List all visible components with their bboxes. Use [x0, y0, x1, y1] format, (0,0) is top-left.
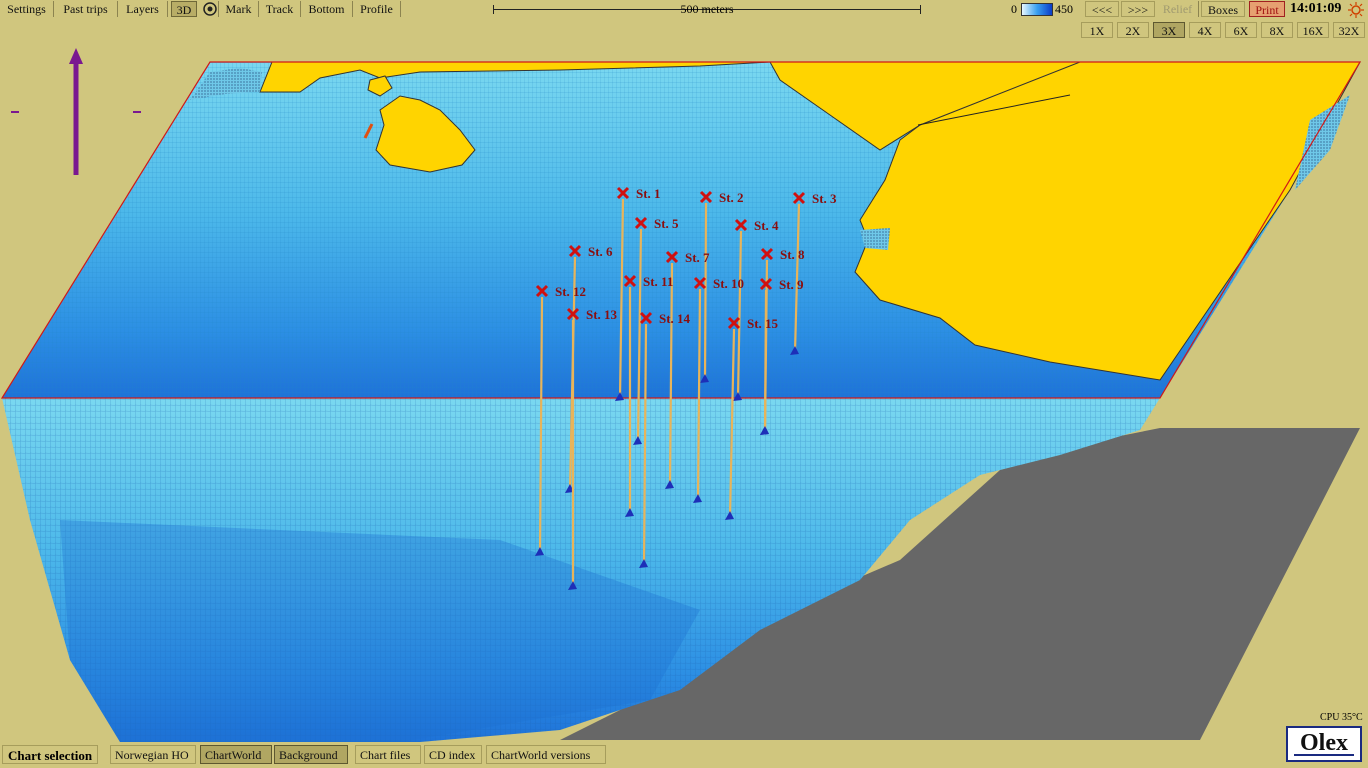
3d-bathymetry-view[interactable]: St. 1 St. 2 St. 3 St. 4 St. 5 St. 6 St. 7 St. 8…	[0, 0, 1368, 768]
station-label: St. 15	[747, 316, 779, 331]
norwegian-ho-button[interactable]: Norwegian HO	[110, 745, 196, 764]
station-depth-line	[703, 202, 708, 381]
station-depth-line	[763, 289, 768, 433]
station-label: St. 3	[812, 191, 837, 206]
station-label: St. 1	[636, 186, 661, 201]
station-label: St. 11	[643, 274, 673, 289]
station-label: St. 4	[754, 218, 779, 233]
station-label: St. 10	[713, 276, 744, 291]
station-label: St. 14	[659, 311, 691, 326]
cd-index-button[interactable]: CD index	[424, 745, 482, 764]
station-label: St. 6	[588, 244, 613, 259]
olex-logo: Olex	[1286, 726, 1362, 762]
station-label: St. 7	[685, 250, 710, 265]
station-label: St. 8	[780, 247, 805, 262]
chart-selection-title: Chart selection	[2, 745, 99, 764]
background-button[interactable]: Background	[274, 745, 348, 764]
station-label: St. 9	[779, 277, 804, 292]
chart-files-button[interactable]: Chart files	[355, 745, 421, 764]
chartworld-button[interactable]: ChartWorld	[200, 745, 272, 764]
chartworld-versions-button[interactable]: ChartWorld versions	[486, 745, 606, 764]
station-label: St. 2	[719, 190, 744, 205]
cpu-temp: CPU 35°C	[1320, 712, 1363, 723]
station-label: St. 5	[654, 216, 679, 231]
north-arrow	[0, 40, 150, 190]
station-label: St. 12	[555, 284, 586, 299]
station-label: St. 13	[586, 307, 618, 322]
